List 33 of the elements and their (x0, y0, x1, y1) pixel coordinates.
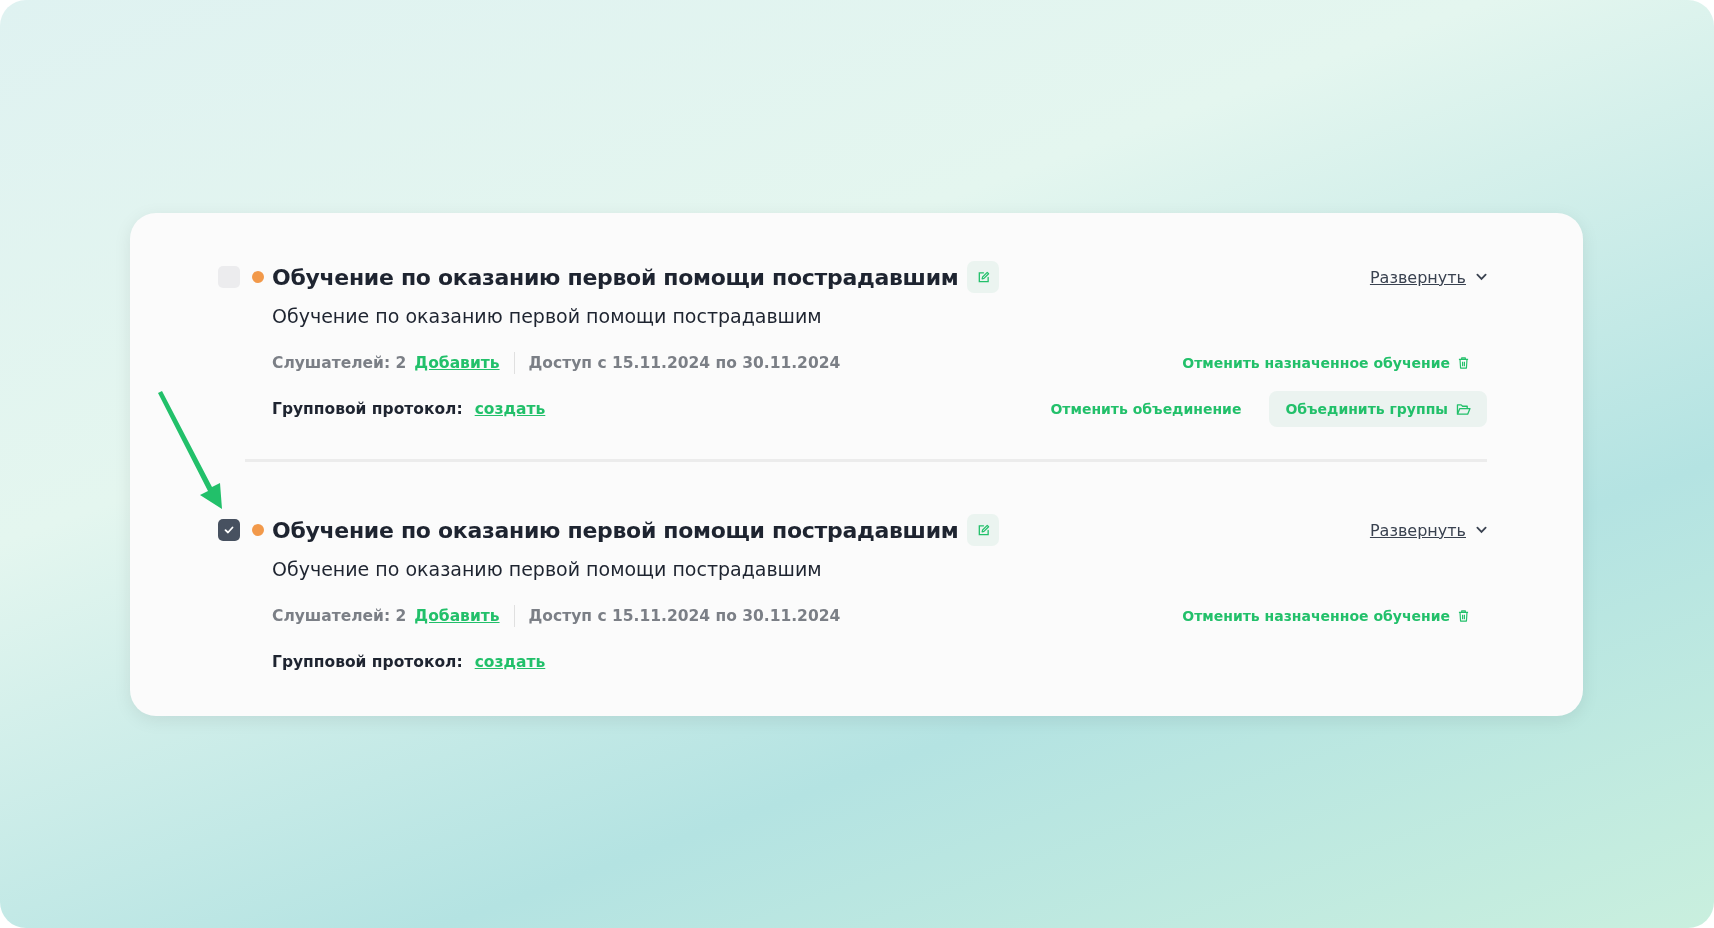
create-link[interactable]: создать (474, 653, 546, 671)
protocol-label: Групповой протокол: (272, 400, 463, 418)
listeners-count: Слушателей: 2 (272, 354, 407, 372)
add-link[interactable]: Добавить (414, 354, 500, 372)
course-title: Обучение по оказанию первой помощи пострадавшим (272, 264, 959, 290)
merge-groups-button[interactable]: Объединить группы (1269, 391, 1487, 427)
course-subtitle: Обучение по оказанию первой помощи пострадавшим (272, 305, 823, 327)
trash-icon (1458, 356, 1469, 370)
cancel-merge-link[interactable]: Отменить объединение (1050, 401, 1242, 417)
edit-button[interactable] (967, 514, 1000, 546)
edit-icon (976, 270, 990, 284)
status-dot (252, 524, 264, 536)
protocol-label: Групповой протокол: (272, 653, 463, 671)
chevron-down-icon (1476, 273, 1487, 281)
cancel-training-link[interactable]: Отменить назначенное обучение (1182, 608, 1450, 624)
access-period: Доступ с 15.11.2024 по 30.11.2024 (528, 607, 841, 625)
edit-button[interactable] (967, 261, 1000, 293)
expand-link[interactable]: Развернуть (1369, 267, 1466, 287)
trash-icon (1458, 609, 1469, 623)
checkbox[interactable] (218, 519, 240, 541)
expand-link[interactable]: Развернуть (1369, 520, 1466, 540)
status-dot (252, 271, 264, 283)
checkmark-icon (223, 524, 235, 536)
course-title: Обучение по оказанию первой помощи пострадавшим (272, 517, 959, 543)
cancel-training-link[interactable]: Отменить назначенное обучение (1182, 355, 1450, 371)
folder-icon (1456, 402, 1471, 416)
course-subtitle: Обучение по оказанию первой помощи пострадавшим (272, 558, 823, 580)
chevron-down-icon (1476, 526, 1487, 534)
edit-icon (976, 523, 990, 537)
access-period: Доступ с 15.11.2024 по 30.11.2024 (528, 354, 841, 372)
add-link[interactable]: Добавить (414, 607, 500, 625)
create-link[interactable]: создать (474, 400, 546, 418)
listeners-count: Слушателей: 2 (272, 607, 407, 625)
